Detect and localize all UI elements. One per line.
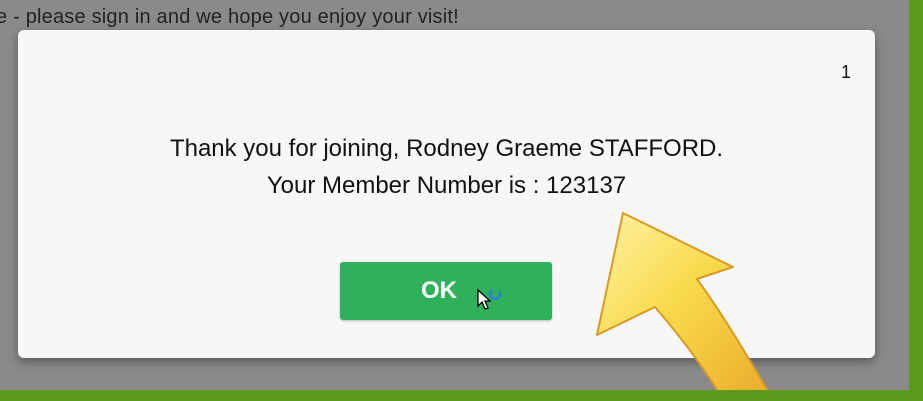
- message-line-2: Your Member Number is : 123137: [266, 172, 627, 199]
- curved-arrow-icon: [596, 212, 769, 390]
- background-notice: e - please sign in and we hope you enjoy…: [0, 6, 459, 28]
- screen-overlay: e - please sign in and we hope you enjoy…: [0, 0, 909, 390]
- mouse-pointer-icon: [477, 287, 502, 310]
- dialog-message: Thank you for joining, Rodney Graeme STA…: [18, 130, 875, 204]
- ok-button-label: OK: [421, 277, 457, 304]
- loading-spinner-icon: [488, 287, 502, 301]
- dialog-counter: 1: [840, 62, 851, 82]
- message-line-1: Thank you for joining, Rodney Graeme STA…: [169, 135, 724, 162]
- ok-button[interactable]: OK: [340, 262, 552, 320]
